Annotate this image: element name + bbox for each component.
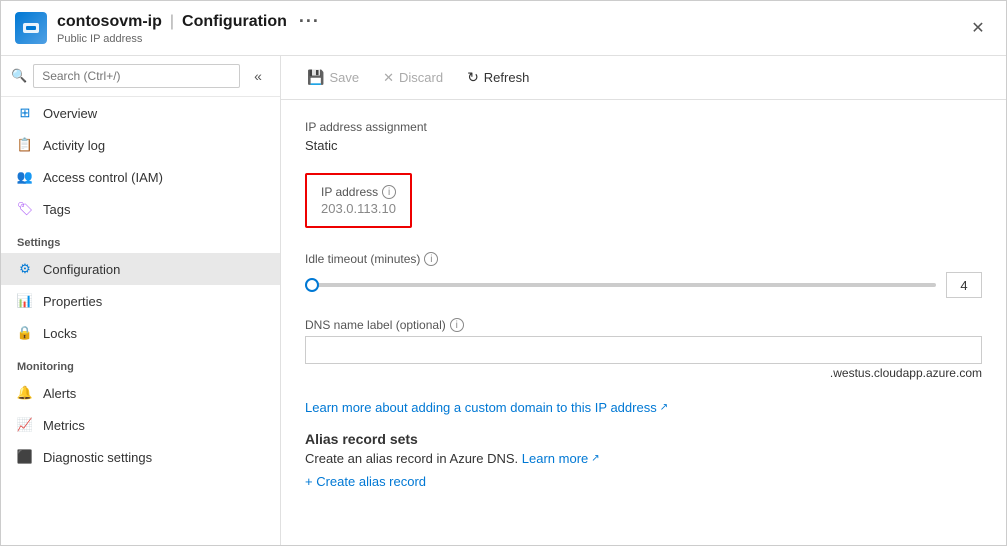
tags-icon: 🏷 xyxy=(17,201,33,217)
alerts-icon: 🔔 xyxy=(17,385,33,401)
idle-timeout-group: Idle timeout (minutes) i 4 xyxy=(305,252,982,298)
external-link-icon: ↗ xyxy=(660,402,668,413)
alias-record-sets-section: Alias record sets Create an alias record… xyxy=(305,431,982,489)
create-alias-button[interactable]: + Create alias record xyxy=(305,474,426,489)
idle-timeout-slider-thumb[interactable] xyxy=(305,278,319,292)
alias-section-title: Alias record sets xyxy=(305,431,982,447)
save-label: Save xyxy=(329,70,359,85)
title-bar: contosovm-ip | Configuration ··· Public … xyxy=(1,1,1006,56)
title-main: contosovm-ip | Configuration ··· xyxy=(57,11,964,32)
sidebar-item-diagnostic-settings[interactable]: ⬛ Diagnostic settings xyxy=(1,441,280,473)
diagnostic-icon: ⬛ xyxy=(17,449,33,465)
sidebar-item-locks[interactable]: 🔒 Locks xyxy=(1,317,280,349)
discard-icon: ✕ xyxy=(383,70,394,86)
sidebar-item-access-control[interactable]: 👥 Access control (IAM) xyxy=(1,161,280,193)
resource-name: contosovm-ip xyxy=(57,13,162,31)
refresh-icon: ↻ xyxy=(467,69,479,86)
sidebar-item-label-properties: Properties xyxy=(43,294,102,309)
sidebar-item-label-metrics: Metrics xyxy=(43,418,85,433)
sidebar-item-label-access-control: Access control (IAM) xyxy=(43,170,163,185)
sidebar-item-label-tags: Tags xyxy=(43,202,70,217)
monitoring-section-label: Monitoring xyxy=(1,349,280,377)
more-options-icon[interactable]: ··· xyxy=(299,11,320,32)
title-separator: | xyxy=(170,13,174,31)
search-bar: 🔍 « xyxy=(1,56,280,97)
save-icon: 💾 xyxy=(307,69,324,86)
sidebar-item-configuration[interactable]: ⚙ Configuration xyxy=(1,253,280,285)
sidebar: 🔍 « ⊞ Overview 📋 Activity log 👥 Access c… xyxy=(1,56,281,545)
sidebar-item-label-locks: Locks xyxy=(43,326,77,341)
resource-type: Public IP address xyxy=(57,33,964,45)
create-alias-label: + Create alias record xyxy=(305,474,426,489)
custom-domain-link[interactable]: Learn more about adding a custom domain … xyxy=(305,400,668,415)
locks-icon: 🔒 xyxy=(17,325,33,341)
resource-icon xyxy=(15,12,47,44)
sidebar-item-label-alerts: Alerts xyxy=(43,386,76,401)
toolbar: 💾 Save ✕ Discard ↻ Refresh xyxy=(281,56,1006,100)
alias-learn-more-link[interactable]: Learn more ↗ xyxy=(522,451,600,466)
dns-info-icon[interactable]: i xyxy=(450,318,464,332)
discard-label: Discard xyxy=(399,70,443,85)
ip-assignment-value: Static xyxy=(305,138,982,153)
configuration-panel: IP address assignment Static IP address … xyxy=(281,100,1006,545)
ip-address-group: IP address i 203.0.113.10 xyxy=(305,173,982,232)
overview-icon: ⊞ xyxy=(17,105,33,121)
idle-timeout-info-icon[interactable]: i xyxy=(424,252,438,266)
sidebar-item-tags[interactable]: 🏷 Tags xyxy=(1,193,280,225)
sidebar-item-label-activity-log: Activity log xyxy=(43,138,105,153)
ip-address-label: IP address i xyxy=(321,185,396,199)
collapse-sidebar-button[interactable]: « xyxy=(246,64,270,88)
idle-timeout-slider-track[interactable] xyxy=(305,283,936,287)
dns-suffix: .westus.cloudapp.azure.com xyxy=(305,366,982,380)
metrics-icon: 📈 xyxy=(17,417,33,433)
sidebar-item-overview[interactable]: ⊞ Overview xyxy=(1,97,280,129)
sidebar-item-properties[interactable]: 📊 Properties xyxy=(1,285,280,317)
idle-timeout-slider-container: 4 xyxy=(305,272,982,298)
save-button[interactable]: 💾 Save xyxy=(297,65,369,90)
ip-assignment-group: IP address assignment Static xyxy=(305,120,982,153)
sidebar-item-metrics[interactable]: 📈 Metrics xyxy=(1,409,280,441)
azure-window: contosovm-ip | Configuration ··· Public … xyxy=(0,0,1007,546)
alias-external-link-icon: ↗ xyxy=(591,453,599,464)
sidebar-item-label-diagnostic: Diagnostic settings xyxy=(43,450,152,465)
ip-address-info-icon[interactable]: i xyxy=(382,185,396,199)
search-icon: 🔍 xyxy=(11,68,27,84)
sidebar-item-label-configuration: Configuration xyxy=(43,262,120,277)
page-title: Configuration xyxy=(182,13,287,31)
idle-timeout-label: Idle timeout (minutes) i xyxy=(305,252,982,266)
sidebar-item-activity-log[interactable]: 📋 Activity log xyxy=(1,129,280,161)
close-button[interactable]: ✕ xyxy=(964,14,992,42)
dns-name-input[interactable] xyxy=(305,336,982,364)
dns-label-group: DNS name label (optional) i .westus.clou… xyxy=(305,318,982,380)
ip-address-box: IP address i 203.0.113.10 xyxy=(305,173,412,228)
main-content: 💾 Save ✕ Discard ↻ Refresh IP address as… xyxy=(281,56,1006,545)
alias-section-desc: Create an alias record in Azure DNS. Lea… xyxy=(305,451,982,466)
dns-name-label: DNS name label (optional) i xyxy=(305,318,982,332)
discard-button[interactable]: ✕ Discard xyxy=(373,66,453,90)
refresh-label: Refresh xyxy=(484,70,530,85)
search-input[interactable] xyxy=(33,64,240,88)
activity-log-icon: 📋 xyxy=(17,137,33,153)
settings-section-label: Settings xyxy=(1,225,280,253)
configuration-icon: ⚙ xyxy=(17,261,33,277)
title-text: contosovm-ip | Configuration ··· Public … xyxy=(57,11,964,45)
access-control-icon: 👥 xyxy=(17,169,33,185)
refresh-button[interactable]: ↻ Refresh xyxy=(457,65,539,90)
sidebar-item-alerts[interactable]: 🔔 Alerts xyxy=(1,377,280,409)
custom-domain-link-container: Learn more about adding a custom domain … xyxy=(305,400,982,415)
idle-timeout-value: 4 xyxy=(946,272,982,298)
content-area: 🔍 « ⊞ Overview 📋 Activity log 👥 Access c… xyxy=(1,56,1006,545)
properties-icon: 📊 xyxy=(17,293,33,309)
ip-address-value: 203.0.113.10 xyxy=(321,201,396,216)
sidebar-item-label-overview: Overview xyxy=(43,106,97,121)
ip-assignment-label: IP address assignment xyxy=(305,120,982,134)
